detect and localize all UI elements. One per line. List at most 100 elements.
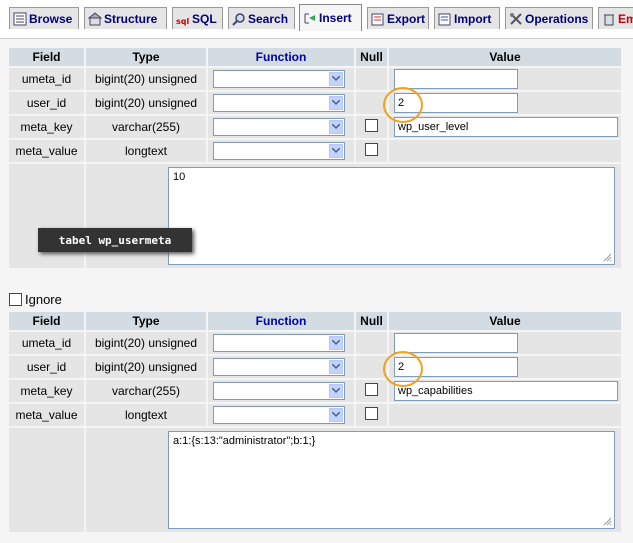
chevron-down-icon bbox=[329, 384, 343, 398]
value-header: Value bbox=[389, 312, 621, 330]
tab-label: Insert bbox=[319, 11, 352, 25]
chevron-down-icon bbox=[329, 360, 343, 374]
field-name: meta_value bbox=[9, 140, 84, 162]
ignore-option: Ignore bbox=[9, 292, 62, 307]
field-type: bigint(20) unsigned bbox=[86, 332, 206, 354]
ignore-label[interactable]: Ignore bbox=[25, 292, 62, 307]
function-header[interactable]: Function bbox=[208, 48, 354, 66]
field-name: meta_value bbox=[9, 404, 84, 426]
resize-grip-icon[interactable] bbox=[603, 253, 612, 262]
value-input[interactable]: 2 bbox=[394, 357, 518, 377]
null-checkbox[interactable] bbox=[365, 119, 378, 132]
caption-label: tabel wp_usermeta bbox=[38, 228, 192, 252]
meta-value-textarea[interactable]: a:1:{s:13:"administrator";b:1;} bbox=[168, 431, 615, 529]
value-input[interactable] bbox=[394, 333, 518, 353]
tab-label: Search bbox=[248, 11, 289, 26]
textarea-value: a:1:{s:13:"administrator";b:1;} bbox=[173, 435, 316, 447]
function-select[interactable] bbox=[213, 382, 345, 400]
tab-label: Browse bbox=[29, 11, 73, 26]
tab-search[interactable]: Search bbox=[228, 7, 295, 29]
function-select[interactable] bbox=[213, 94, 345, 112]
insert-form-2: Field Type Function Null Value umeta_id … bbox=[7, 310, 623, 534]
tab-export[interactable]: Export bbox=[367, 7, 429, 29]
function-select[interactable] bbox=[213, 334, 345, 352]
value-input[interactable]: wp_capabilities bbox=[394, 381, 618, 401]
chevron-down-icon bbox=[329, 336, 343, 350]
resize-grip-icon[interactable] bbox=[603, 517, 612, 526]
null-header: Null bbox=[356, 48, 387, 66]
field-type: varchar(255) bbox=[86, 380, 206, 402]
value-input[interactable]: wp_user_level bbox=[394, 117, 618, 137]
tab-label: Export bbox=[387, 11, 426, 26]
chevron-down-icon bbox=[329, 120, 343, 134]
tab-operations[interactable]: Operations bbox=[505, 7, 593, 29]
field-type: bigint(20) unsigned bbox=[86, 92, 206, 114]
type-header: Type bbox=[86, 48, 206, 66]
function-select[interactable] bbox=[213, 142, 345, 160]
field-type: bigint(20) unsigned bbox=[86, 356, 206, 378]
tab-label: Operations bbox=[525, 11, 589, 26]
table-row: meta_key varchar(255) wp_capabilities bbox=[9, 380, 621, 402]
svg-text:sql: sql bbox=[176, 17, 189, 26]
import-icon bbox=[438, 12, 452, 26]
field-type: longtext bbox=[86, 140, 206, 162]
table-row: user_id bigint(20) unsigned 2 bbox=[9, 92, 621, 114]
field-name: user_id bbox=[9, 356, 84, 378]
chevron-down-icon bbox=[329, 144, 343, 158]
tab-label: Import bbox=[454, 11, 492, 26]
function-select[interactable] bbox=[213, 406, 345, 424]
textarea-value: 10 bbox=[173, 171, 186, 183]
null-checkbox[interactable] bbox=[365, 383, 378, 396]
field-name: umeta_id bbox=[9, 332, 84, 354]
value-input[interactable] bbox=[394, 69, 518, 89]
field-type: longtext bbox=[86, 404, 206, 426]
field-header: Field bbox=[9, 312, 84, 330]
chevron-down-icon bbox=[329, 408, 343, 422]
insert-icon bbox=[303, 11, 317, 25]
field-name: umeta_id bbox=[9, 68, 84, 90]
function-header[interactable]: Function bbox=[208, 312, 354, 330]
field-name: user_id bbox=[9, 92, 84, 114]
tab-insert[interactable]: Insert bbox=[299, 4, 362, 31]
export-icon bbox=[371, 12, 385, 26]
function-select[interactable] bbox=[213, 70, 345, 88]
tab-label: Structure bbox=[104, 11, 158, 26]
tab-browse[interactable]: Browse bbox=[9, 7, 79, 29]
search-icon bbox=[232, 12, 246, 26]
field-type: bigint(20) unsigned bbox=[86, 68, 206, 90]
table-row: meta_key varchar(255) wp_user_level bbox=[9, 116, 621, 138]
tab-empty[interactable]: Em bbox=[598, 7, 633, 29]
value-input[interactable]: 2 bbox=[394, 93, 518, 113]
table-row: meta_value longtext bbox=[9, 140, 621, 162]
browse-icon bbox=[13, 12, 27, 26]
tab-import[interactable]: Import bbox=[434, 7, 500, 29]
function-select[interactable] bbox=[213, 358, 345, 376]
meta-value-textarea[interactable]: 10 bbox=[168, 167, 615, 265]
value-header: Value bbox=[389, 48, 621, 66]
tab-label: SQL bbox=[192, 11, 217, 26]
tab-sql[interactable]: sql SQL bbox=[172, 7, 223, 29]
function-select[interactable] bbox=[213, 118, 345, 136]
tab-label: Em bbox=[618, 11, 633, 26]
type-header: Type bbox=[86, 312, 206, 330]
chevron-down-icon bbox=[329, 72, 343, 86]
field-name: meta_key bbox=[9, 380, 84, 402]
sql-icon: sql bbox=[176, 12, 190, 26]
table-row: user_id bigint(20) unsigned 2 bbox=[9, 356, 621, 378]
table-row: meta_value longtext bbox=[9, 404, 621, 426]
ignore-checkbox[interactable] bbox=[9, 293, 22, 306]
operations-icon bbox=[509, 12, 523, 26]
field-header: Field bbox=[9, 48, 84, 66]
null-checkbox[interactable] bbox=[365, 407, 378, 420]
empty-icon bbox=[602, 12, 616, 26]
tab-structure[interactable]: Structure bbox=[84, 7, 167, 29]
tab-bar: Browse Structure sql SQL Search Insert E… bbox=[0, 0, 633, 39]
table-row: umeta_id bigint(20) unsigned bbox=[9, 68, 621, 90]
null-header: Null bbox=[356, 312, 387, 330]
field-type: varchar(255) bbox=[86, 116, 206, 138]
chevron-down-icon bbox=[329, 96, 343, 110]
structure-icon bbox=[88, 11, 102, 26]
null-checkbox[interactable] bbox=[365, 143, 378, 156]
field-name: meta_key bbox=[9, 116, 84, 138]
table-row: umeta_id bigint(20) unsigned bbox=[9, 332, 621, 354]
